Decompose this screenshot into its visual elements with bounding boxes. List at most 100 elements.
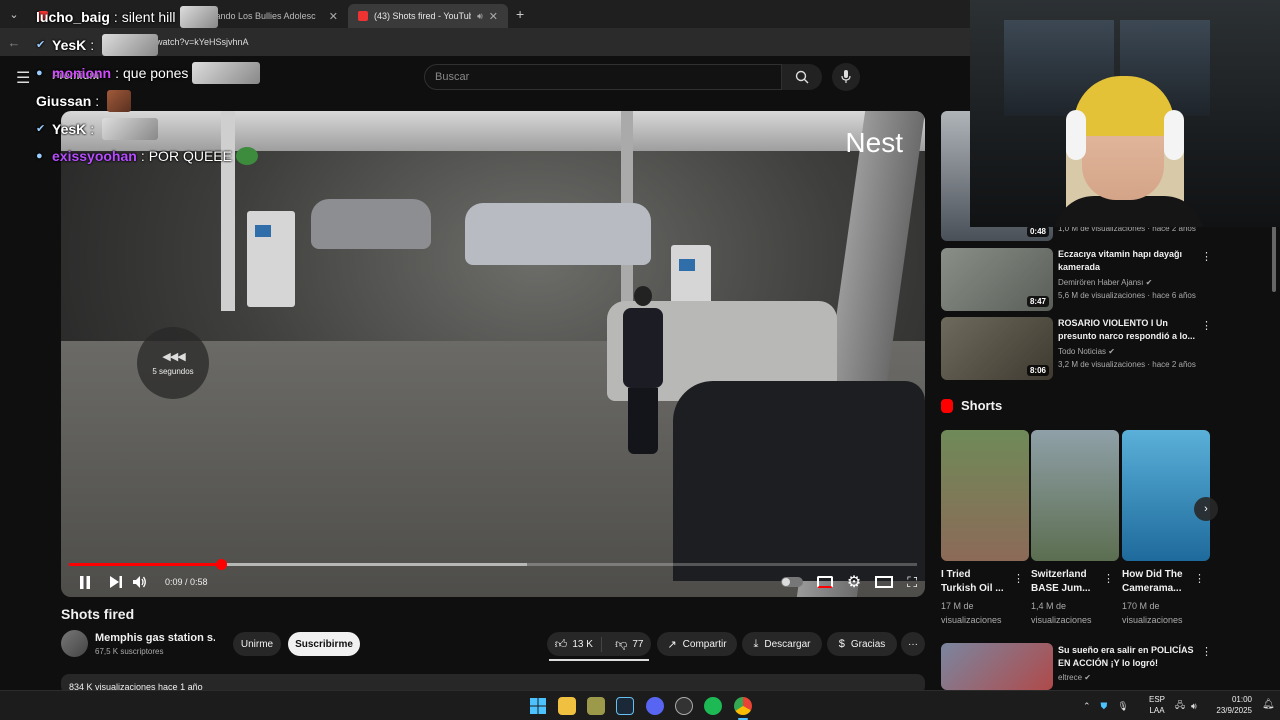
chat-message: ✔ YesK: (36, 34, 159, 56)
recommended-video-title[interactable]: ROSARIO VIOLENTO I Un presunto narco resp… (1058, 317, 1195, 343)
rewind-icon: ◀ ◀ ◀ (162, 351, 185, 363)
theater-mode-icon[interactable] (875, 576, 894, 588)
notifications-icon[interactable]: 🔔︎ (1262, 699, 1275, 710)
autoplay-toggle[interactable] (780, 577, 803, 587)
channel-avatar[interactable] (61, 630, 88, 657)
more-vertical-icon[interactable]: ⋮ (1103, 572, 1114, 585)
more-vertical-icon[interactable]: ⋮ (1201, 645, 1212, 658)
subtitles-icon[interactable] (816, 576, 833, 588)
like-button[interactable]: 👍︎ 13 K (547, 636, 602, 652)
channel-row: Memphis gas station s... 67,5 K suscript… (61, 630, 925, 661)
spotify-icon[interactable] (704, 697, 722, 715)
verified-badge-icon: ✔ (36, 123, 46, 135)
short-title[interactable]: How Did The Camerama... (1122, 568, 1202, 596)
recommended-video-channel[interactable]: Todo Noticias ✔ (1058, 347, 1115, 356)
channel-name[interactable]: Memphis gas station s... (95, 632, 215, 644)
voice-search-button[interactable] (832, 63, 860, 91)
page-scrollbar[interactable] (1271, 226, 1277, 686)
recommended-video-title[interactable]: Su sueño era salir en POLICÍAS EN ACCIÓN … (1058, 644, 1194, 670)
join-button[interactable]: Unirme (233, 632, 281, 656)
steam-icon[interactable] (616, 697, 634, 715)
video-scene-car (311, 199, 431, 249)
volume-tray-icon[interactable]: 🔊︎ (1191, 701, 1197, 712)
headphones-left (1066, 110, 1086, 160)
chat-emote (192, 62, 261, 84)
more-horizontal-icon: ··· (908, 638, 918, 650)
recommended-video-channel[interactable]: Demirören Haber Ajansı ✔ (1058, 278, 1152, 287)
recommended-thumbnail[interactable]: 8:47 (941, 248, 1053, 311)
search-button[interactable] (782, 64, 822, 90)
next-button[interactable] (109, 569, 123, 595)
shorts-next-button[interactable]: › (1194, 497, 1218, 521)
more-actions-button[interactable]: ··· (901, 632, 925, 656)
input-language[interactable]: ESP LAA (1148, 694, 1166, 716)
download-icon: ⤓ (753, 637, 759, 650)
short-title[interactable]: Switzerland BASE Jum... (1031, 568, 1111, 596)
file-explorer-icon[interactable] (558, 697, 576, 715)
back-arrow-icon[interactable]: ← (0, 35, 28, 50)
system-clock[interactable]: 01:00 23/9/2025 (1214, 694, 1252, 716)
thanks-button[interactable]: $ Gracias (827, 632, 897, 656)
search-input[interactable]: Buscar (424, 64, 782, 90)
time-display: 0:09 / 0:58 (165, 577, 208, 587)
network-icon[interactable]: 🖧︎ (1175, 698, 1185, 714)
headphones-right (1164, 110, 1184, 160)
security-icon[interactable]: ⛊ (1101, 701, 1108, 712)
youtube-favicon-icon (358, 11, 368, 21)
short-thumbnail[interactable] (941, 430, 1029, 561)
download-button[interactable]: ⤓ Descargar (742, 632, 822, 656)
obs-icon[interactable] (675, 697, 693, 715)
close-icon[interactable]: ✕ (329, 10, 338, 23)
audio-icon[interactable]: 🔊︎ (477, 11, 483, 22)
discord-icon[interactable] (646, 697, 664, 715)
chat-emote (107, 90, 132, 112)
volume-icon (133, 576, 146, 588)
chevron-up-icon[interactable]: ⌃ (1083, 701, 1091, 712)
os-taskbar: ⌃ ⛊ 🎙︎ ESP LAA 🖧︎ 🔊︎ 01:00 23/9/2025 🔔︎ (0, 690, 1280, 720)
short-thumbnail[interactable] (1122, 430, 1210, 561)
like-dislike-group: 👍︎ 13 K 👎︎ 77 (547, 632, 651, 656)
chat-message: Giussan: (36, 90, 132, 112)
fullscreen-icon[interactable]: ⛶ (907, 574, 917, 591)
recommended-thumbnail[interactable]: 8:06 (941, 317, 1053, 380)
chrome-icon[interactable] (734, 697, 752, 715)
app-icon[interactable] (587, 697, 605, 715)
settings-gear-icon[interactable]: ⚙︎ (847, 572, 861, 592)
volume-button[interactable] (123, 569, 157, 595)
chat-emote (235, 147, 258, 165)
tab-search-dropdown[interactable]: ⌄ (0, 0, 28, 28)
more-vertical-icon[interactable]: ⋮ (1201, 319, 1212, 332)
chat-message: ● monionn: que pones (36, 62, 261, 84)
menu-icon[interactable]: ☰ (16, 68, 30, 88)
close-icon[interactable]: ✕ (489, 10, 498, 23)
more-vertical-icon[interactable]: ⋮ (1013, 572, 1024, 585)
video-watermark: Nest (845, 127, 903, 158)
player-right-controls: ⚙︎ ⛶ (780, 569, 917, 595)
webcam-shirt (1054, 196, 1204, 227)
more-vertical-icon[interactable]: ⋮ (1194, 572, 1205, 585)
search-icon (795, 70, 809, 84)
subscriber-count: 67,5 K suscriptores (95, 647, 164, 656)
subscribe-button[interactable]: Suscribirme (288, 632, 360, 656)
share-button[interactable]: ↗ Compartir (657, 632, 737, 656)
short-thumbnail[interactable] (1031, 430, 1119, 561)
video-player[interactable]: Nest ◀ ◀ ◀ 5 segundos 0:09 / 0:58 ⚙︎ ⛶ (61, 111, 925, 597)
more-vertical-icon[interactable]: ⋮ (1201, 250, 1212, 263)
short-title[interactable]: I Tried Turkish Oil ... (941, 568, 1021, 596)
dislike-button[interactable]: 👎︎ 77 (608, 637, 651, 652)
pause-button[interactable] (61, 569, 109, 595)
video-scene-person (621, 286, 665, 456)
browser-tab-active[interactable]: (43) Shots fired - YouTube 🔊︎ ✕ (348, 4, 508, 28)
system-tray: ⌃ ⛊ 🎙︎ (1083, 691, 1129, 720)
verified-badge-icon: ✔ (36, 39, 46, 51)
recommended-thumbnail[interactable] (941, 643, 1053, 690)
windows-start-icon[interactable] (529, 697, 547, 715)
scrollbar-thumb[interactable] (1272, 226, 1276, 292)
recommended-video-channel[interactable]: eltrece ✔ (1058, 673, 1091, 682)
chat-message: ✔ YesK: (36, 118, 159, 140)
new-tab-button[interactable]: + (516, 6, 524, 22)
chevron-right-icon: › (1204, 503, 1208, 515)
progress-bar[interactable] (69, 559, 917, 570)
recommended-video-title[interactable]: Eczacıya vitamin hapı dayağı kamerada (1058, 248, 1182, 274)
microphone-tray-icon[interactable]: 🎙︎ (1117, 701, 1128, 712)
